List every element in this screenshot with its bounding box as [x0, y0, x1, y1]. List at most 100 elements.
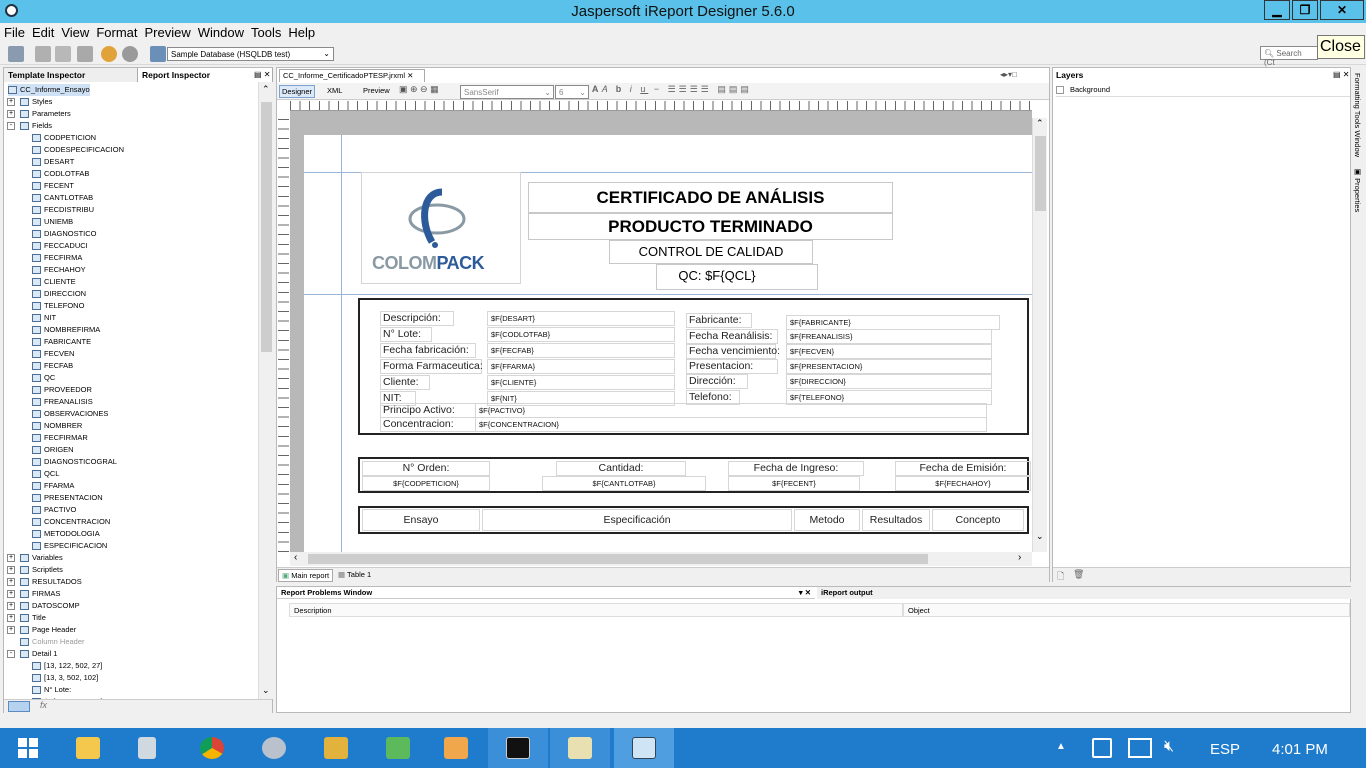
- tree-parameters[interactable]: Parameters: [20, 108, 71, 120]
- taskbar-app-5[interactable]: [306, 728, 366, 768]
- tab-table-1[interactable]: ▦ Table 1: [335, 569, 374, 580]
- tab-main-report[interactable]: ▣ Main report: [278, 569, 334, 582]
- editor-tab[interactable]: CC_Informe_CertificadoPTESP.jrxml ✕: [279, 69, 425, 82]
- format-icons[interactable]: 𝐀𝐴 b i u − ☰☰☰☰ ▤▤▤: [592, 84, 752, 95]
- start-button[interactable]: [0, 728, 56, 768]
- field-item[interactable]: FECCADUCI: [32, 240, 88, 252]
- field-item[interactable]: CODLOTFAB: [32, 168, 89, 180]
- action-center-icon[interactable]: [1092, 738, 1112, 758]
- detail-item[interactable]: [13, 122, 502, 27]: [32, 660, 102, 672]
- tree-expander-icon[interactable]: -: [7, 122, 15, 130]
- tree-expander-icon[interactable]: +: [7, 98, 15, 106]
- field-item[interactable]: UNIEMB: [32, 216, 73, 228]
- font-size-select[interactable]: 6 ⌄: [555, 85, 589, 99]
- field-item[interactable]: QCL: [32, 468, 59, 480]
- tree-root[interactable]: CC_Informe_Ensayo: [8, 84, 90, 96]
- field-item[interactable]: DIAGNOSTICO: [32, 228, 97, 240]
- editor-vscroll[interactable]: ⌃ ⌄: [1032, 118, 1047, 552]
- field-item[interactable]: QC: [32, 372, 55, 384]
- tree-page-header[interactable]: Page Header: [20, 624, 76, 636]
- detail-item[interactable]: N° Lote:: [32, 684, 71, 696]
- expression-icon[interactable]: fx: [40, 700, 47, 710]
- tree-firmas[interactable]: FIRMAS: [20, 588, 60, 600]
- field-item[interactable]: FECFIRMA: [32, 252, 82, 264]
- layers-panel-controls[interactable]: ▤ ✕: [1333, 70, 1349, 79]
- search-input[interactable]: 🔍︎ Search (Ct: [1260, 46, 1318, 67]
- field-item[interactable]: FECDISTRIBU: [32, 204, 94, 216]
- field-item[interactable]: PACTIVO: [32, 504, 76, 516]
- field-item[interactable]: ESPECIFICACION: [32, 540, 107, 552]
- preview-mode-button[interactable]: Preview: [363, 86, 390, 95]
- layer-item-background[interactable]: Background: [1056, 84, 1350, 97]
- undo-icon[interactable]: [101, 46, 117, 62]
- clock[interactable]: 4:01 PM: [1272, 741, 1328, 758]
- tree-view-icon[interactable]: [8, 701, 30, 712]
- tree-expander-icon[interactable]: -: [7, 650, 15, 658]
- field-item[interactable]: FECFAB: [32, 360, 73, 372]
- taskbar-ireport[interactable]: [614, 728, 674, 768]
- tree-expander-icon[interactable]: +: [7, 602, 15, 610]
- field-item[interactable]: METODOLOGIA: [32, 528, 100, 540]
- field-item[interactable]: FECFIRMAR: [32, 432, 88, 444]
- taskbar-app-6[interactable]: [368, 728, 428, 768]
- tree-resultados[interactable]: RESULTADOS: [20, 576, 82, 588]
- editor-vscroll-thumb[interactable]: [1035, 136, 1046, 211]
- field-item[interactable]: DESART: [32, 156, 74, 168]
- field-item[interactable]: CODPETICION: [32, 132, 96, 144]
- tab-report-inspector[interactable]: Report Inspector: [138, 68, 273, 82]
- new-report-icon[interactable]: [8, 46, 24, 62]
- menu-tools[interactable]: Tools: [247, 23, 284, 40]
- maximize-button[interactable]: ❐: [1292, 0, 1318, 20]
- taskbar-file-explorer[interactable]: [58, 728, 118, 768]
- taskbar-server-manager[interactable]: [120, 728, 180, 768]
- tree-expander-icon[interactable]: +: [7, 626, 15, 634]
- menu-edit[interactable]: Edit: [28, 23, 57, 40]
- field-item[interactable]: CANTLOTFAB: [32, 192, 93, 204]
- paste-icon[interactable]: [77, 46, 93, 62]
- field-item[interactable]: FREANALISIS: [32, 396, 93, 408]
- column-description[interactable]: Description: [289, 603, 903, 617]
- menu-window[interactable]: Window: [194, 23, 247, 40]
- scroll-down-arrow[interactable]: ⌄: [262, 685, 270, 696]
- tree-expander-icon[interactable]: +: [7, 578, 15, 586]
- tab-ireport-output[interactable]: iReport output: [817, 587, 1351, 599]
- datasource-icon[interactable]: [150, 46, 166, 62]
- tree-expander-icon[interactable]: +: [7, 590, 15, 598]
- panel-controls[interactable]: ▤ ✕: [254, 70, 270, 79]
- volume-muted-icon[interactable]: 🔇︎: [1164, 738, 1174, 756]
- taskbar-app-7[interactable]: [426, 728, 486, 768]
- scroll-up-arrow[interactable]: ⌃: [262, 84, 270, 95]
- menu-help[interactable]: Help: [284, 23, 318, 40]
- taskbar-app-9[interactable]: [550, 728, 610, 768]
- menu-view[interactable]: View: [57, 23, 92, 40]
- tree-variables[interactable]: Variables: [20, 552, 63, 564]
- tree-scriptlets[interactable]: Scriptlets: [20, 564, 63, 576]
- zoom-icons[interactable]: ▣ ⊕ ⊖ ▦: [399, 84, 439, 95]
- field-item[interactable]: TELEFONO: [32, 300, 84, 312]
- field-item[interactable]: ORIGEN: [32, 444, 74, 456]
- field-item[interactable]: CLIENTE: [32, 276, 76, 288]
- tab-report-problems[interactable]: Report Problems Window ▾ ✕: [277, 587, 815, 599]
- tab-template-inspector[interactable]: Template Inspector: [4, 68, 138, 82]
- editor-nav-controls[interactable]: ◂▸▾□: [1000, 70, 1017, 79]
- field-item[interactable]: DIRECCION: [32, 288, 86, 300]
- field-item[interactable]: CONCENTRACION: [32, 516, 110, 528]
- field-item[interactable]: OBSERVACIONES: [32, 408, 108, 420]
- network-icon[interactable]: [1128, 738, 1152, 758]
- column-object[interactable]: Object: [903, 603, 1350, 617]
- add-layer-icon[interactable]: 🗋︎: [1057, 569, 1064, 585]
- close-button[interactable]: ✕: [1320, 0, 1364, 20]
- field-item[interactable]: NIT: [32, 312, 56, 324]
- tree-expander-icon[interactable]: +: [7, 566, 15, 574]
- cut-icon[interactable]: [35, 46, 51, 62]
- taskbar-cmd[interactable]: [488, 728, 548, 768]
- tree-datoscomp[interactable]: DATOSCOMP: [20, 600, 80, 612]
- input-language[interactable]: ESP: [1210, 741, 1240, 758]
- font-select[interactable]: SansSerif ⌄: [460, 85, 554, 99]
- editor-hscroll-thumb[interactable]: [308, 554, 928, 564]
- menu-preview[interactable]: Preview: [140, 23, 193, 40]
- designer-mode-button[interactable]: Designer: [279, 85, 315, 98]
- delete-layer-icon[interactable]: 🗑︎: [1073, 569, 1084, 580]
- field-item[interactable]: FECENT: [32, 180, 74, 192]
- field-item[interactable]: FFARMA: [32, 480, 74, 492]
